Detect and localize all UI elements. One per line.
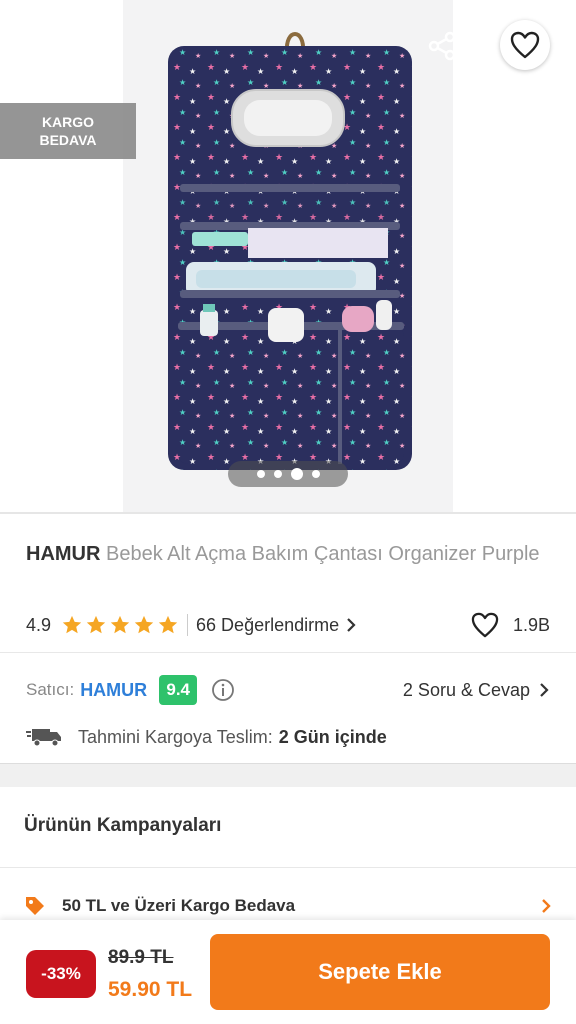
gallery-pagination[interactable]	[228, 461, 348, 487]
shipping-estimate-row: Tahmini Kargoya Teslim: 2 Gün içinde	[26, 722, 550, 752]
seller-row: Satıcı: HAMUR 9.4 2 Soru & Cevap	[26, 674, 550, 706]
divider	[0, 512, 576, 514]
share-button[interactable]	[418, 26, 466, 66]
rating-stars	[61, 614, 179, 636]
chevron-right-icon	[347, 618, 356, 632]
chevron-right-icon	[540, 683, 549, 697]
add-to-cart-button[interactable]: Sepete Ekle	[210, 934, 550, 1010]
reviews-link[interactable]: 66 Değerlendirme	[196, 615, 357, 636]
shipping-label: Tahmini Kargoya Teslim:	[78, 726, 273, 747]
tag-icon	[26, 897, 44, 915]
campaigns-title: Ürünün Kampanyaları	[24, 815, 222, 836]
divider	[0, 652, 576, 653]
rating-separator	[187, 614, 189, 636]
product-title: HAMUR Bebek Alt Açma Bakım Çantası Organ…	[26, 541, 546, 568]
section-separator	[0, 763, 576, 787]
seller-link[interactable]: HAMUR	[80, 680, 147, 701]
questions-label: 2 Soru & Cevap	[402, 679, 530, 700]
star-icon	[158, 615, 178, 634]
gallery-dot[interactable]	[273, 470, 282, 478]
free-shipping-badge: KARGO BEDAVA	[0, 103, 136, 159]
chevron-right-icon	[542, 899, 551, 913]
discount-badge: -33%	[26, 950, 96, 998]
star-icon	[62, 615, 82, 634]
seller-label: Satıcı:	[26, 680, 75, 699]
free-shipping-badge-line1: KARGO	[41, 114, 95, 130]
like-count: 1.9B	[512, 614, 550, 635]
gallery-dot-active[interactable]	[290, 468, 303, 480]
campaign-item[interactable]: 50 TL ve Üzeri Kargo Bedava	[24, 892, 552, 920]
rating-row: 4.9 66 Değerlendirme 1.9B	[26, 610, 550, 640]
heart-outline-icon	[471, 612, 499, 638]
divider	[0, 867, 576, 868]
campaign-text: 50 TL ve Üzeri Kargo Bedava	[62, 896, 296, 915]
current-price: 59.90 TL	[108, 978, 193, 1001]
seller-score-badge: 9.4	[159, 675, 198, 705]
bottom-purchase-bar: -33% 89.9 TL 59.90 TL Sepete Ekle	[0, 920, 576, 1024]
heart-outline-icon	[510, 31, 540, 59]
arrow-left-icon	[31, 34, 57, 58]
gallery-dot[interactable]	[256, 470, 265, 478]
star-icon	[110, 615, 130, 634]
product-brand[interactable]: HAMUR	[26, 543, 100, 565]
gallery-dot[interactable]	[311, 470, 320, 478]
share-icon	[428, 31, 456, 61]
star-icon	[86, 615, 106, 634]
like-button[interactable]: 1.9B	[471, 612, 550, 638]
old-price: 89.9 TL	[108, 947, 174, 968]
product-name: Bebek Alt Açma Bakım Çantası Organizer P…	[106, 543, 540, 565]
product-image-gallery[interactable]: ★ ★ ★ ★	[0, 0, 576, 512]
product-photo: ★ ★ ★ ★	[168, 32, 412, 470]
questions-link[interactable]: 2 Soru & Cevap	[403, 680, 550, 701]
rating-value: 4.9	[26, 614, 52, 635]
truck-icon	[26, 729, 61, 747]
back-button[interactable]	[20, 26, 68, 66]
info-icon[interactable]	[211, 678, 235, 702]
favorite-button[interactable]	[500, 20, 550, 70]
star-icon	[134, 615, 154, 634]
reviews-label: 66 Değerlendirme	[196, 614, 340, 635]
shipping-value: 2 Gün içinde	[278, 726, 387, 747]
free-shipping-badge-line2: BEDAVA	[39, 132, 97, 148]
